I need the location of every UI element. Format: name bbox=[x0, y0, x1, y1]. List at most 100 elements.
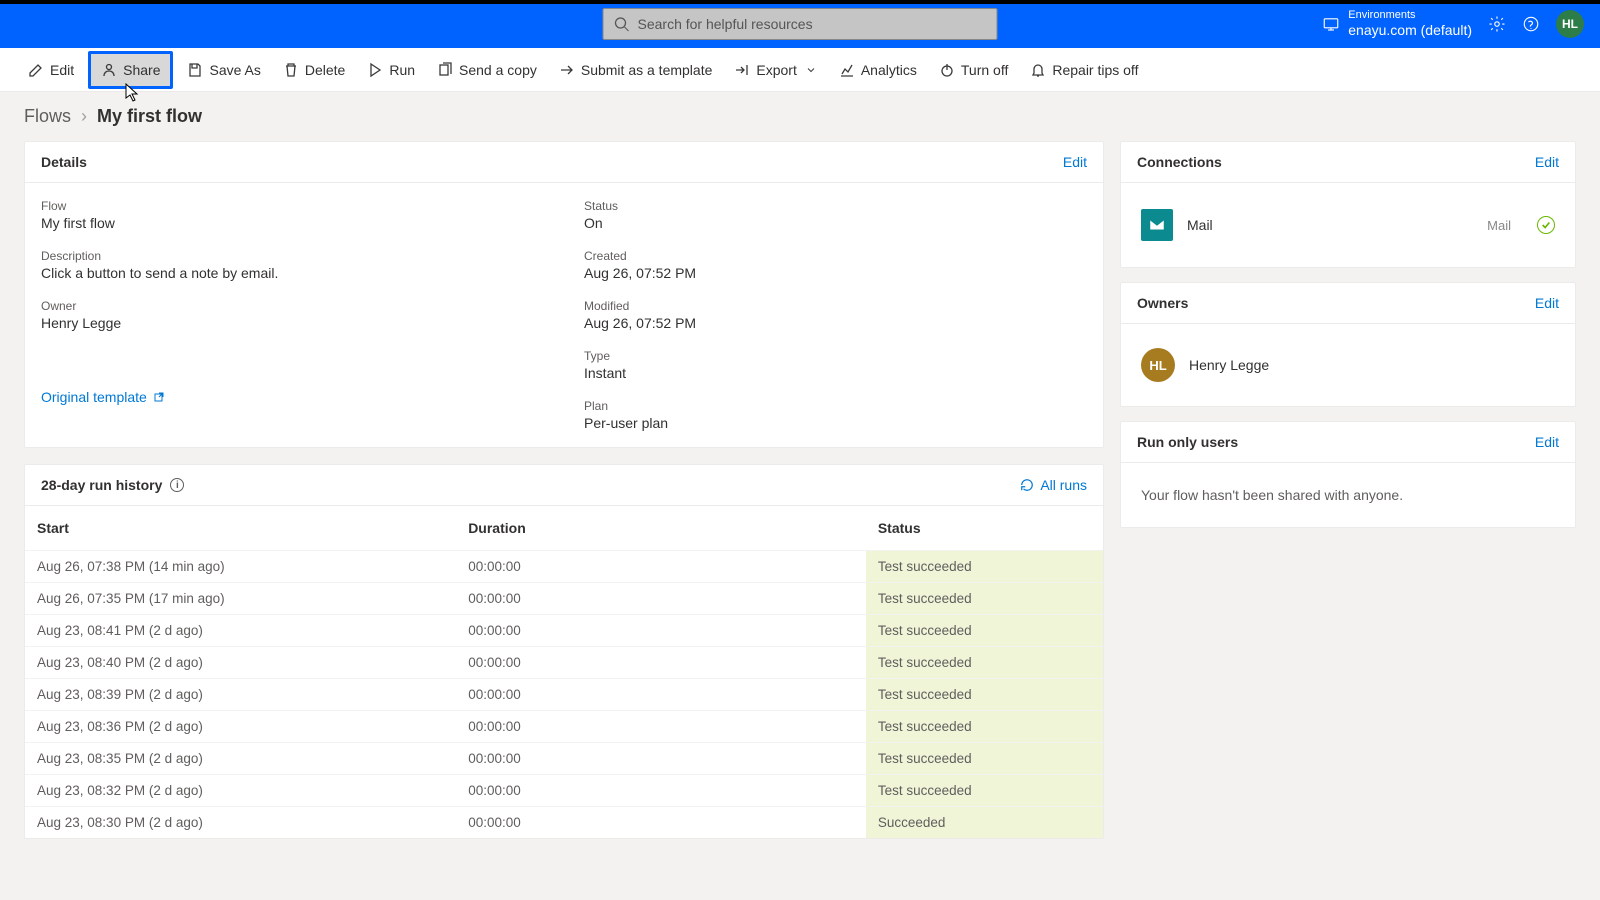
search-input[interactable]: Search for helpful resources bbox=[603, 8, 998, 40]
run-duration: 00:00:00 bbox=[456, 807, 866, 839]
owners-edit-button[interactable]: Edit bbox=[1535, 295, 1559, 311]
submit-template-button[interactable]: Submit as a template bbox=[551, 56, 721, 84]
connection-type: Mail bbox=[1487, 218, 1511, 233]
connections-card: Connections Edit Mail Mail bbox=[1120, 141, 1576, 268]
refresh-icon bbox=[1020, 478, 1034, 492]
table-row[interactable]: Aug 23, 08:39 PM (2 d ago)00:00:00Test s… bbox=[25, 679, 1103, 711]
edit-button[interactable]: Edit bbox=[20, 56, 82, 84]
save-as-button[interactable]: Save As bbox=[179, 56, 268, 84]
run-start: Aug 23, 08:30 PM (2 d ago) bbox=[25, 807, 456, 839]
run-status: Test succeeded bbox=[866, 711, 1103, 743]
connections-title: Connections bbox=[1137, 154, 1222, 170]
search-placeholder: Search for helpful resources bbox=[638, 16, 813, 32]
owner-row[interactable]: HL Henry Legge bbox=[1137, 340, 1559, 390]
owners-card: Owners Edit HL Henry Legge bbox=[1120, 282, 1576, 407]
run-only-users-card: Run only users Edit Your flow hasn't bee… bbox=[1120, 421, 1576, 528]
breadcrumb-flows[interactable]: Flows bbox=[24, 106, 71, 127]
copy-icon bbox=[437, 62, 453, 78]
share-icon bbox=[101, 62, 117, 78]
table-row[interactable]: Aug 23, 08:41 PM (2 d ago)00:00:00Test s… bbox=[25, 615, 1103, 647]
table-row[interactable]: Aug 23, 08:36 PM (2 d ago)00:00:00Test s… bbox=[25, 711, 1103, 743]
flow-label: Flow bbox=[41, 199, 544, 213]
original-template-link[interactable]: Original template bbox=[41, 389, 544, 405]
run-status: Test succeeded bbox=[866, 583, 1103, 615]
run-status: Test succeeded bbox=[866, 679, 1103, 711]
details-title: Details bbox=[41, 154, 87, 170]
run-button[interactable]: Run bbox=[359, 56, 423, 84]
all-runs-button[interactable]: All runs bbox=[1020, 477, 1087, 493]
history-title: 28-day run history bbox=[41, 477, 162, 493]
topbar: Search for helpful resources Environment… bbox=[0, 0, 1600, 48]
turn-off-button[interactable]: Turn off bbox=[931, 56, 1016, 84]
user-avatar[interactable]: HL bbox=[1556, 10, 1584, 38]
repair-tips-button[interactable]: Repair tips off bbox=[1022, 56, 1146, 84]
owner-label: Owner bbox=[41, 299, 544, 313]
type-label: Type bbox=[584, 349, 1087, 363]
run-start: Aug 23, 08:41 PM (2 d ago) bbox=[25, 615, 456, 647]
run-start: Aug 26, 07:38 PM (14 min ago) bbox=[25, 551, 456, 583]
run-start: Aug 23, 08:40 PM (2 d ago) bbox=[25, 647, 456, 679]
environment-label: Environments bbox=[1348, 9, 1472, 22]
mail-icon bbox=[1141, 209, 1173, 241]
share-button[interactable]: Share bbox=[88, 51, 173, 89]
power-icon bbox=[939, 62, 955, 78]
run-start: Aug 23, 08:35 PM (2 d ago) bbox=[25, 743, 456, 775]
table-row[interactable]: Aug 26, 07:35 PM (17 min ago)00:00:00Tes… bbox=[25, 583, 1103, 615]
send-copy-button[interactable]: Send a copy bbox=[429, 56, 545, 84]
run-history-card: 28-day run history i All runs Start Dura… bbox=[24, 464, 1104, 839]
run-duration: 00:00:00 bbox=[456, 551, 866, 583]
export-button[interactable]: Export bbox=[726, 56, 824, 84]
breadcrumb-current: My first flow bbox=[97, 106, 202, 127]
run-status: Test succeeded bbox=[866, 775, 1103, 807]
owner-avatar: HL bbox=[1141, 348, 1175, 382]
save-icon bbox=[187, 62, 203, 78]
description-value: Click a button to send a note by email. bbox=[41, 265, 544, 281]
run-duration: 00:00:00 bbox=[456, 583, 866, 615]
run-start: Aug 23, 08:39 PM (2 d ago) bbox=[25, 679, 456, 711]
modified-label: Modified bbox=[584, 299, 1087, 313]
run-start: Aug 23, 08:36 PM (2 d ago) bbox=[25, 711, 456, 743]
run-only-edit-button[interactable]: Edit bbox=[1535, 434, 1559, 450]
trash-icon bbox=[283, 62, 299, 78]
info-icon[interactable]: i bbox=[170, 478, 184, 492]
owners-title: Owners bbox=[1137, 295, 1188, 311]
modified-value: Aug 26, 07:52 PM bbox=[584, 315, 1087, 331]
environment-value: enayu.com (default) bbox=[1348, 22, 1472, 39]
connection-name: Mail bbox=[1187, 217, 1473, 233]
col-duration[interactable]: Duration bbox=[456, 506, 866, 551]
open-icon bbox=[153, 391, 165, 403]
status-ok-icon bbox=[1537, 216, 1555, 234]
run-history-table: Start Duration Status Aug 26, 07:38 PM (… bbox=[25, 506, 1103, 838]
owner-value: Henry Legge bbox=[41, 315, 544, 331]
table-row[interactable]: Aug 23, 08:30 PM (2 d ago)00:00:00Succee… bbox=[25, 807, 1103, 839]
col-start[interactable]: Start bbox=[25, 506, 456, 551]
connection-row[interactable]: Mail Mail bbox=[1137, 199, 1559, 251]
export-icon bbox=[734, 62, 750, 78]
environment-icon bbox=[1322, 15, 1340, 33]
run-duration: 00:00:00 bbox=[456, 743, 866, 775]
flow-value: My first flow bbox=[41, 215, 544, 231]
table-row[interactable]: Aug 23, 08:40 PM (2 d ago)00:00:00Test s… bbox=[25, 647, 1103, 679]
col-status[interactable]: Status bbox=[866, 506, 1103, 551]
owner-name: Henry Legge bbox=[1189, 357, 1269, 373]
settings-icon[interactable] bbox=[1488, 15, 1506, 33]
breadcrumb: Flows › My first flow bbox=[0, 92, 1600, 133]
help-icon[interactable] bbox=[1522, 15, 1540, 33]
table-row[interactable]: Aug 23, 08:32 PM (2 d ago)00:00:00Test s… bbox=[25, 775, 1103, 807]
environment-picker[interactable]: Environments enayu.com (default) bbox=[1322, 9, 1472, 39]
arrow-right-icon bbox=[559, 62, 575, 78]
chevron-down-icon bbox=[805, 64, 817, 76]
table-row[interactable]: Aug 23, 08:35 PM (2 d ago)00:00:00Test s… bbox=[25, 743, 1103, 775]
delete-button[interactable]: Delete bbox=[275, 56, 353, 84]
analytics-button[interactable]: Analytics bbox=[831, 56, 925, 84]
connections-edit-button[interactable]: Edit bbox=[1535, 154, 1559, 170]
plan-value: Per-user plan bbox=[584, 415, 1087, 431]
run-status: Test succeeded bbox=[866, 551, 1103, 583]
table-row[interactable]: Aug 26, 07:38 PM (14 min ago)00:00:00Tes… bbox=[25, 551, 1103, 583]
details-edit-button[interactable]: Edit bbox=[1063, 154, 1087, 170]
description-label: Description bbox=[41, 249, 544, 263]
run-start: Aug 23, 08:32 PM (2 d ago) bbox=[25, 775, 456, 807]
search-icon bbox=[614, 16, 630, 32]
run-status: Test succeeded bbox=[866, 615, 1103, 647]
run-duration: 00:00:00 bbox=[456, 775, 866, 807]
